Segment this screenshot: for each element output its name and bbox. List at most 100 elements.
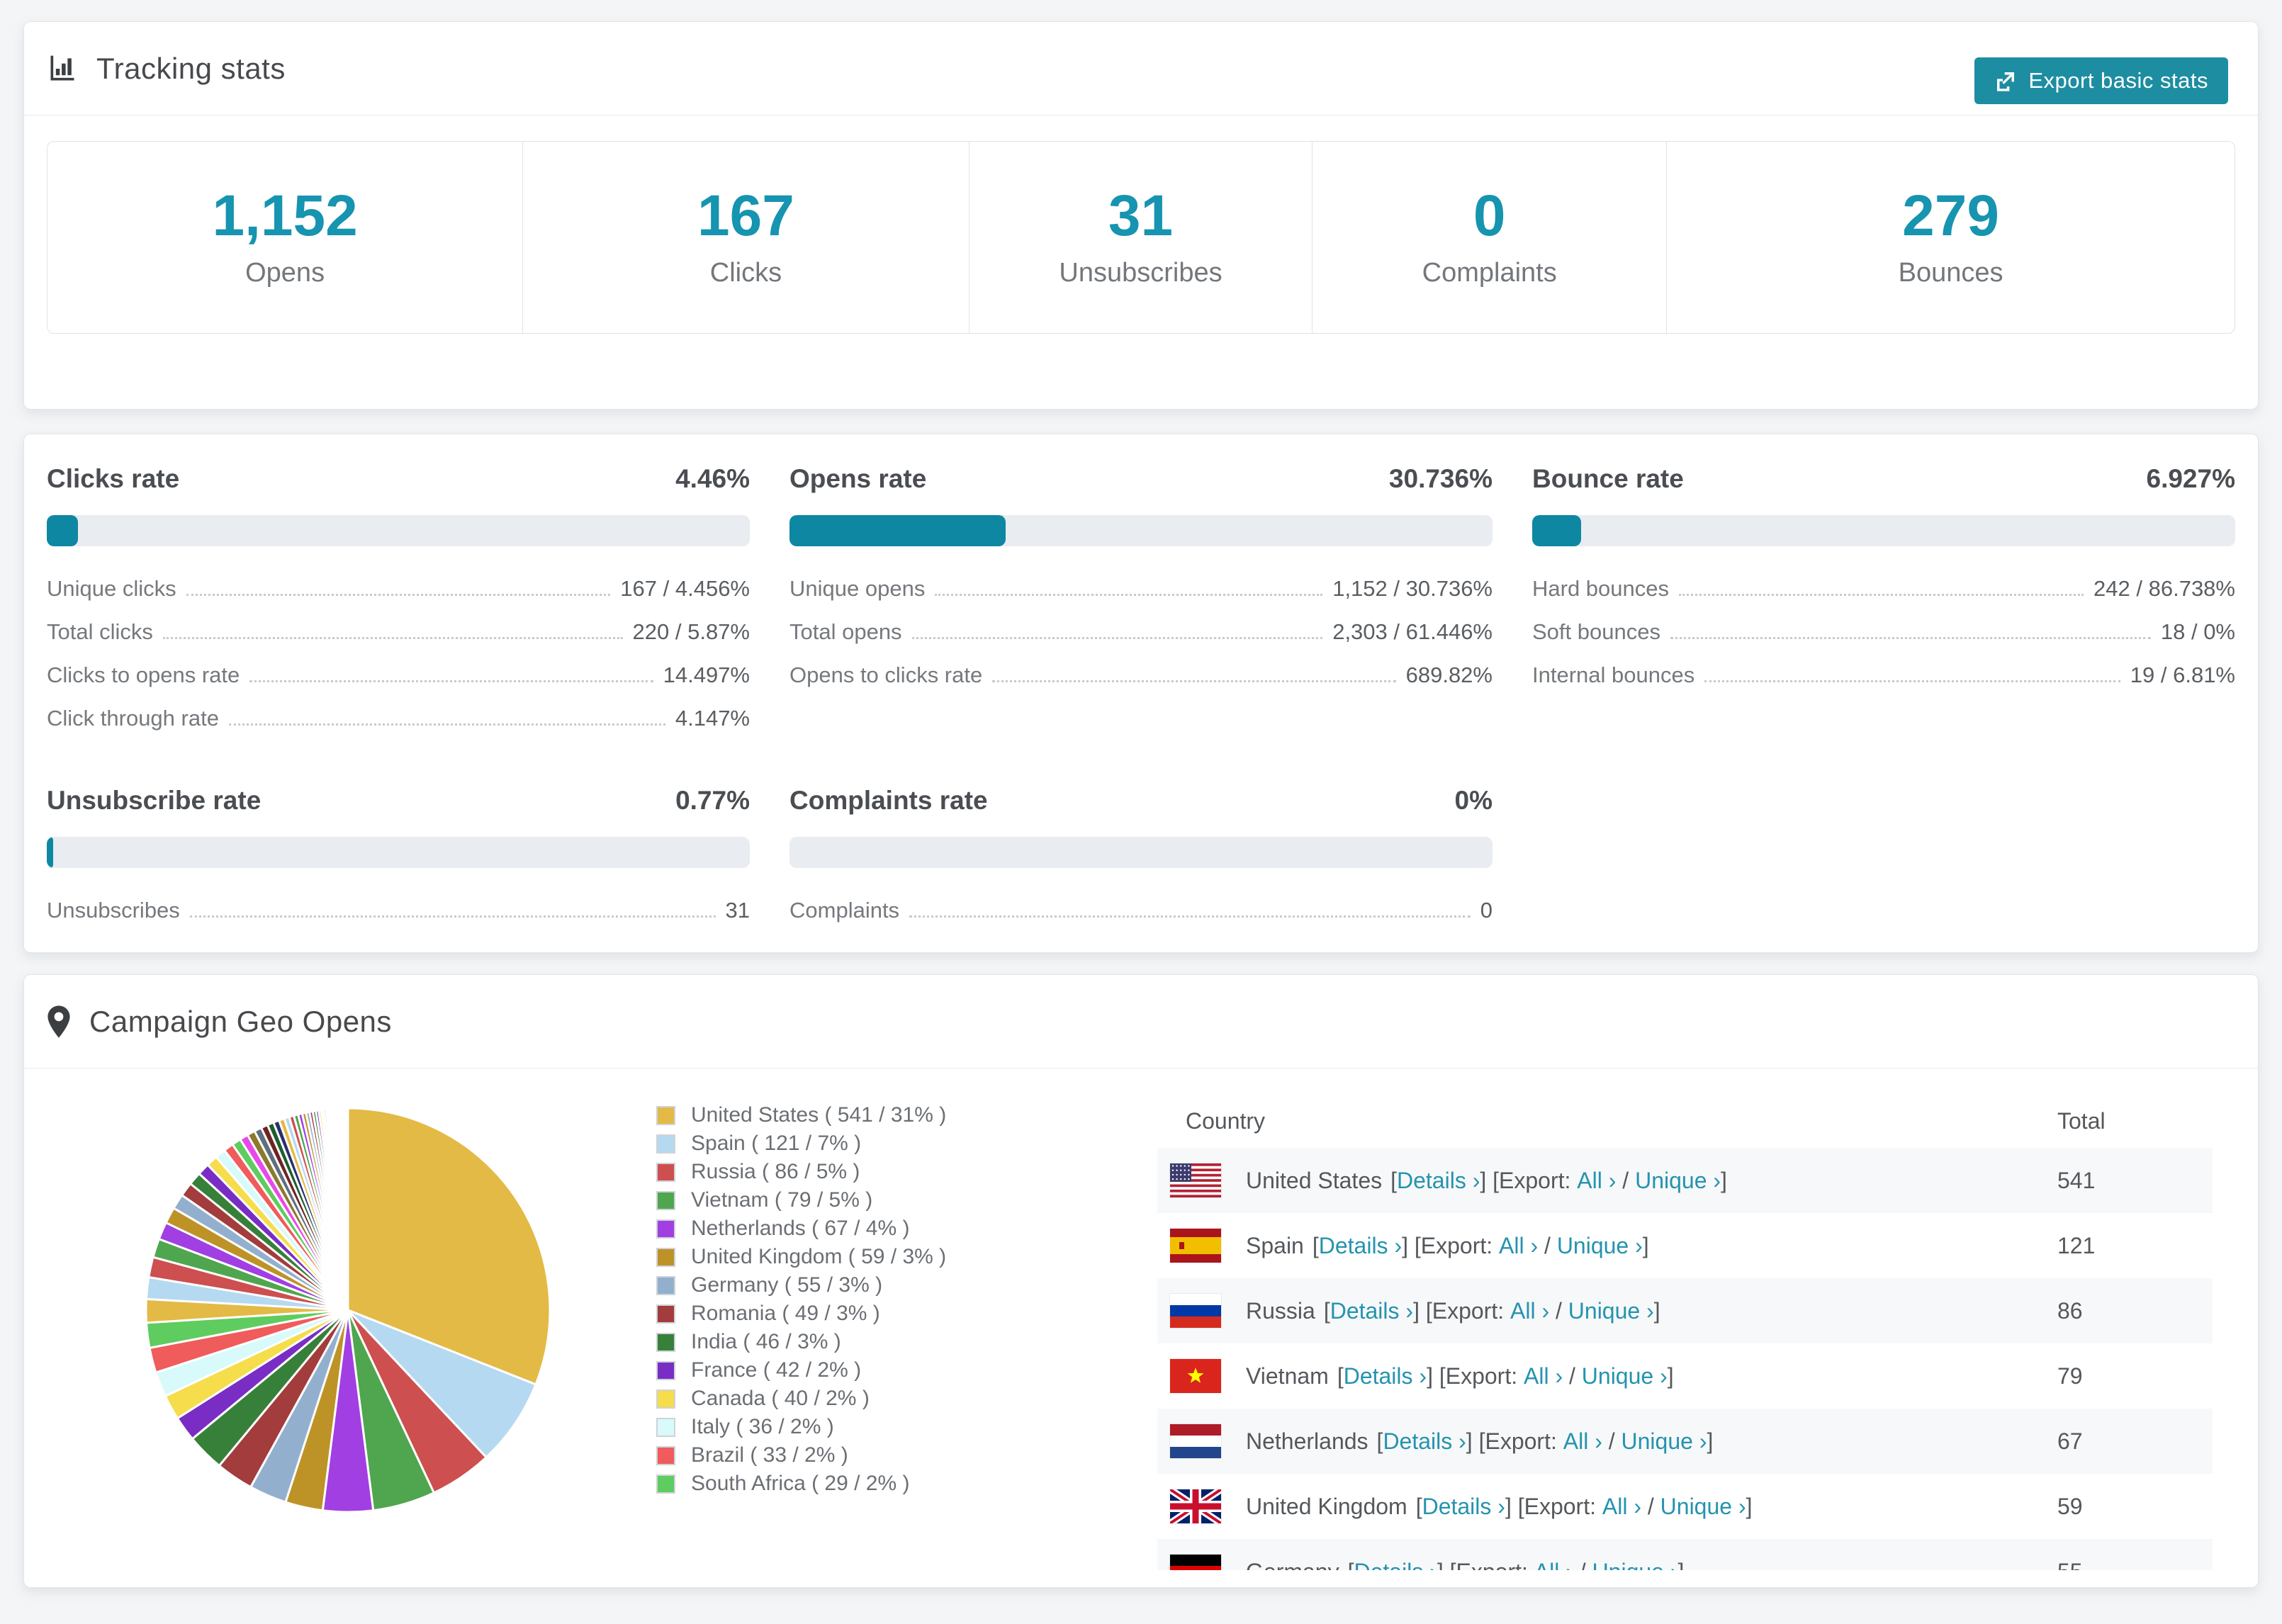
stat-cell-clicks: 167 Clicks bbox=[523, 142, 969, 333]
flag-icon-es bbox=[1170, 1229, 1221, 1263]
details-link-united-kingdom[interactable]: Details › bbox=[1422, 1494, 1505, 1520]
export-all-link-russia[interactable]: All › bbox=[1510, 1298, 1549, 1324]
export-all-link-vietnam[interactable]: All › bbox=[1524, 1363, 1563, 1389]
export-unique-link-spain[interactable]: Unique › bbox=[1557, 1233, 1643, 1259]
map-pin-icon bbox=[47, 1005, 71, 1038]
country-name: Netherlands bbox=[1246, 1428, 1368, 1454]
details-link-netherlands[interactable]: Details › bbox=[1383, 1428, 1466, 1455]
legend-item-india[interactable]: India ( 46 / 3% ) bbox=[656, 1328, 946, 1356]
campaign-geo-opens-title: Campaign Geo Opens bbox=[89, 1004, 392, 1038]
export-label: Export: bbox=[1524, 1493, 1596, 1519]
legend-item-brazil[interactable]: Brazil ( 33 / 2% ) bbox=[656, 1441, 946, 1470]
complaints-rate-row-complaints: Complaints 0 bbox=[789, 898, 1493, 923]
flag-icon-us bbox=[1170, 1163, 1221, 1197]
pie-slice-other[interactable] bbox=[346, 1107, 349, 1312]
legend-item-romania[interactable]: Romania ( 49 / 3% ) bbox=[656, 1299, 946, 1328]
export-unique-link-germany[interactable]: Unique › bbox=[1592, 1559, 1678, 1571]
geo-opens-legend: United States ( 541 / 31% ) Spain ( 121 /… bbox=[656, 1101, 946, 1498]
legend-swatch-india bbox=[656, 1332, 675, 1352]
campaign-geo-opens-header: Campaign Geo Opens bbox=[24, 975, 2258, 1068]
legend-swatch-south-africa bbox=[656, 1474, 675, 1494]
legend-swatch-france bbox=[656, 1360, 675, 1380]
opens-rate-row-total-opens: Total opens 2,303 / 61.446% bbox=[789, 619, 1493, 645]
country-total: 59 bbox=[2057, 1493, 2083, 1519]
export-basic-stats-button[interactable]: Export basic stats bbox=[1974, 57, 2228, 104]
bounce-rate-row-soft-bounces: Soft bounces 18 / 0% bbox=[1532, 619, 2235, 645]
bracket: ] [ bbox=[1413, 1297, 1432, 1324]
metric-value-unique-clicks: 167 / 4.456% bbox=[620, 576, 750, 601]
geo-table-row-netherlands: Netherlands[Details ›] [Export: All › / … bbox=[1157, 1409, 2213, 1474]
export-all-link-germany[interactable]: All › bbox=[1534, 1559, 1573, 1571]
metric-label-hard-bounces: Hard bounces bbox=[1532, 576, 1670, 601]
export-all-link-united-kingdom[interactable]: All › bbox=[1602, 1494, 1641, 1520]
export-all-link-united-states[interactable]: All › bbox=[1577, 1168, 1616, 1194]
opens-rate-row-opens-to-clicks-rate: Opens to clicks rate 689.82% bbox=[789, 662, 1493, 688]
metric-value-complaints: 0 bbox=[1480, 898, 1493, 923]
bracket: ] bbox=[1653, 1297, 1660, 1324]
metric-value-total-clicks: 220 / 5.87% bbox=[632, 619, 750, 644]
flag-icon-nl bbox=[1170, 1424, 1221, 1458]
legend-item-netherlands[interactable]: Netherlands ( 67 / 4% ) bbox=[656, 1214, 946, 1243]
clicks-rate-row-unique-clicks: Unique clicks 167 / 4.456% bbox=[47, 576, 750, 602]
geo-table-header-country: Country bbox=[1186, 1107, 1266, 1134]
details-link-vietnam[interactable]: Details › bbox=[1344, 1363, 1427, 1389]
export-unique-link-russia[interactable]: Unique › bbox=[1568, 1298, 1654, 1324]
country-name: Germany bbox=[1246, 1559, 1339, 1571]
legend-item-vietnam[interactable]: Vietnam ( 79 / 5% ) bbox=[656, 1186, 946, 1214]
legend-item-south-africa[interactable]: South Africa ( 29 / 2% ) bbox=[656, 1470, 946, 1498]
stat-cell-unsubscribes: 31 Unsubscribes bbox=[969, 142, 1313, 333]
complaints-rate-title-row: Complaints rate 0% bbox=[789, 786, 1493, 816]
metric-label-total-opens: Total opens bbox=[789, 619, 902, 644]
geo-table-header-total: Total bbox=[2057, 1107, 2106, 1134]
details-link-germany[interactable]: Details › bbox=[1354, 1559, 1437, 1571]
country-total: 55 bbox=[2057, 1559, 2083, 1571]
stat-cell-bounces: 279 Bounces bbox=[1667, 142, 2235, 333]
metric-label-complaints: Complaints bbox=[789, 898, 900, 923]
details-link-united-states[interactable]: Details › bbox=[1397, 1168, 1480, 1194]
dotted-leader bbox=[249, 680, 653, 682]
legend-item-france[interactable]: France ( 42 / 2% ) bbox=[656, 1356, 946, 1385]
legend-item-united-states[interactable]: United States ( 541 / 31% ) bbox=[656, 1101, 946, 1129]
legend-swatch-united-states bbox=[656, 1105, 675, 1125]
export-unique-link-vietnam[interactable]: Unique › bbox=[1582, 1363, 1668, 1389]
tracking-dashboard-page: { "colors": { "accent_teal": "#1694b0", … bbox=[0, 0, 2282, 1624]
country-name: Spain bbox=[1246, 1232, 1304, 1258]
legend-label-canada: Canada ( 40 / 2% ) bbox=[691, 1387, 870, 1410]
flag-icon-gb bbox=[1170, 1489, 1221, 1523]
geo-table-row-vietnam: Vietnam [Details ›] [Export: All › / Uniq… bbox=[1157, 1343, 2213, 1409]
dotted-leader bbox=[1704, 680, 2120, 682]
opens-rate-rows: Unique opens 1,152 / 30.736% Total opens 2,… bbox=[789, 576, 1493, 688]
export-unique-link-netherlands[interactable]: Unique › bbox=[1621, 1428, 1707, 1455]
legend-item-united-kingdom[interactable]: United Kingdom ( 59 / 3% ) bbox=[656, 1243, 946, 1271]
legend-item-canada[interactable]: Canada ( 40 / 2% ) bbox=[656, 1385, 946, 1413]
legend-label-brazil: Brazil ( 33 / 2% ) bbox=[691, 1443, 848, 1467]
bracket: [ bbox=[1415, 1493, 1422, 1519]
slash: / bbox=[1549, 1297, 1568, 1324]
rates-grid: Clicks rate 4.46% Unique clicks 167 / 4.456… bbox=[24, 434, 2258, 941]
legend-item-germany[interactable]: Germany ( 55 / 3% ) bbox=[656, 1271, 946, 1299]
export-all-link-spain[interactable]: All › bbox=[1499, 1233, 1538, 1259]
country-name: United States bbox=[1246, 1167, 1383, 1193]
unsubscribe-rate-title: Unsubscribe rate bbox=[47, 786, 262, 815]
legend-item-russia[interactable]: Russia ( 86 / 5% ) bbox=[656, 1158, 946, 1186]
metric-label-unique-opens: Unique opens bbox=[789, 576, 926, 601]
bracket: ] bbox=[1667, 1363, 1674, 1389]
dotted-leader bbox=[186, 594, 611, 596]
metric-value-internal-bounces: 19 / 6.81% bbox=[2130, 662, 2235, 687]
stat-label-clicks: Clicks bbox=[709, 257, 782, 288]
export-all-link-netherlands[interactable]: All › bbox=[1563, 1428, 1602, 1455]
geo-table-country-cell-russia: Russia [Details ›] [Export: All › / Uniqu… bbox=[1157, 1294, 2057, 1328]
export-unique-link-united-kingdom[interactable]: Unique › bbox=[1660, 1494, 1746, 1520]
details-link-russia[interactable]: Details › bbox=[1330, 1298, 1413, 1324]
legend-swatch-germany bbox=[656, 1275, 675, 1295]
country-total: 121 bbox=[2057, 1232, 2096, 1258]
legend-item-italy[interactable]: Italy ( 36 / 2% ) bbox=[656, 1413, 946, 1441]
bounce-rate-block: Bounce rate 6.927% Hard bounces 242 / 86.73… bbox=[1532, 464, 2235, 749]
export-unique-link-united-states[interactable]: Unique › bbox=[1635, 1168, 1721, 1194]
details-link-spain[interactable]: Details › bbox=[1319, 1233, 1402, 1259]
dotted-leader bbox=[1670, 637, 2151, 639]
campaign-geo-opens-card: Campaign Geo Opens United States ( 541 /… bbox=[23, 974, 2259, 1588]
geo-table-row-united-kingdom: United Kingdom [Details ›] [Export: All ›… bbox=[1157, 1474, 2213, 1539]
legend-item-spain[interactable]: Spain ( 121 / 7% ) bbox=[656, 1129, 946, 1158]
